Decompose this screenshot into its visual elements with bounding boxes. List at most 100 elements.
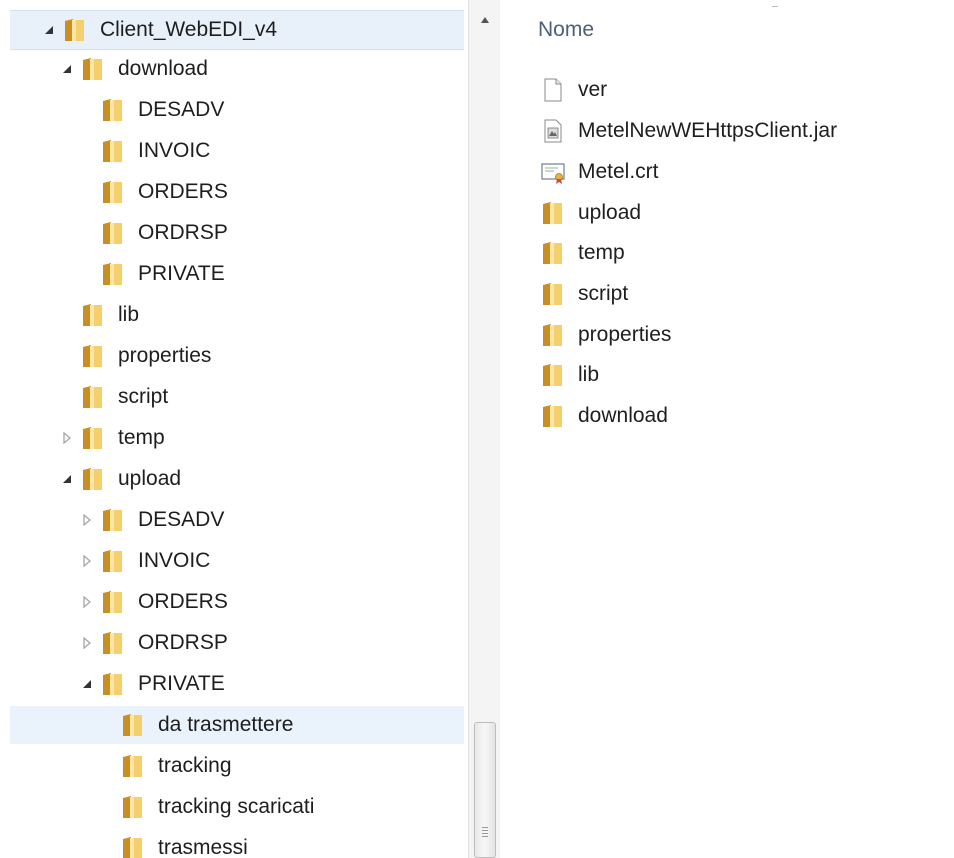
folder-icon [83,427,102,449]
tree-item-label: ORDRSP [138,221,228,244]
tree-item-label: upload [118,467,182,490]
folder-icon [123,755,142,777]
tree-item-label: DESADV [138,508,225,531]
tree-item-label: PRIVATE [138,262,225,285]
folder-icon [543,324,562,346]
tree-item-upload-desadv[interactable]: DESADV [10,501,464,539]
collapsed-arrow-icon[interactable] [80,636,94,650]
tree-item-upload[interactable]: upload [10,460,464,498]
tree-item-download-orders[interactable]: ORDERS [10,173,464,211]
file-item-crt[interactable]: Metel.crt [540,153,659,191]
folder-icon [65,19,84,41]
folder-icon [123,837,142,858]
file-item-upload[interactable]: upload [540,194,641,232]
scroll-up-arrow-icon [481,17,489,23]
tree-item-label: DESADV [138,98,225,121]
tree-item-label: INVOIC [138,549,211,572]
collapsed-arrow-icon[interactable] [80,513,94,527]
folder-icon [83,58,102,80]
file-item-ver[interactable]: ver [540,71,607,109]
file-item-download[interactable]: download [540,397,668,435]
folder-icon [123,714,142,736]
tree-item-script[interactable]: script [10,378,464,416]
tree-item-properties[interactable]: properties [10,337,464,375]
tree-item-label: download [118,57,208,80]
certificate-icon [541,163,565,184]
file-name: temp [578,241,625,264]
folder-icon [543,405,562,427]
tree-item-label: tracking scaricati [158,795,315,818]
folder-icon [103,550,122,572]
file-item-temp[interactable]: temp [540,234,625,272]
tree-item-download[interactable]: download [10,50,464,88]
tree-item-client-webedi-v4[interactable]: Client_WebEDI_v4 [10,10,464,50]
folder-icon [103,181,122,203]
file-name: properties [578,323,672,346]
tree-item-download-desadv[interactable]: DESADV [10,91,464,129]
file-item-jar[interactable]: MetelNewWEHttpsClient.jar [540,112,837,150]
scroll-up-button[interactable] [469,0,501,40]
collapsed-arrow-icon[interactable] [60,431,74,445]
tree-scrollbar[interactable] [468,0,501,858]
folder-icon [103,99,122,121]
folder-icon [543,202,562,224]
tree-item-temp[interactable]: temp [10,419,464,457]
file-item-properties[interactable]: properties [540,316,671,354]
tree-item-label: Client_WebEDI_v4 [100,18,278,41]
expanded-arrow-icon[interactable] [80,677,94,691]
folder-icon [103,632,122,654]
column-sort-indicator [772,6,778,10]
tree-item-label: trasmessi [158,836,248,858]
tree-item-tracking-scaricati[interactable]: tracking scaricati [10,788,464,826]
tree-item-label: script [118,385,169,408]
folder-icon [543,283,562,305]
tree-item-lib[interactable]: lib [10,296,464,334]
column-header-name[interactable]: Nome [538,18,594,42]
folder-icon [83,345,102,367]
folder-icon [83,304,102,326]
tree-item-download-private[interactable]: PRIVATE [10,255,464,293]
tree-item-label: properties [118,344,212,367]
tree-item-upload-private[interactable]: PRIVATE [10,665,464,703]
collapsed-arrow-icon[interactable] [80,554,94,568]
file-item-script[interactable]: script [540,275,628,313]
scroll-thumb[interactable] [474,722,496,858]
tree-item-upload-orders[interactable]: ORDERS [10,583,464,621]
file-name: Metel.crt [578,160,659,183]
collapsed-arrow-icon[interactable] [80,595,94,609]
folder-icon [543,242,562,264]
folder-icon [103,673,122,695]
tree-item-upload-invoic[interactable]: INVOIC [10,542,464,580]
blank-file-icon [544,78,562,102]
file-name: script [578,282,629,305]
tree-item-label: PRIVATE [138,672,225,695]
tree-item-label: ORDRSP [138,631,228,654]
file-item-lib[interactable]: lib [540,356,599,394]
folder-icon [103,140,122,162]
tree-item-upload-ordrsp[interactable]: ORDRSP [10,624,464,662]
tree-item-download-ordrsp[interactable]: ORDRSP [10,214,464,252]
tree-item-label: da trasmettere [158,713,294,736]
file-name: lib [578,363,600,386]
tree-item-da-trasmettere[interactable]: da trasmettere [10,706,464,744]
tree-item-download-invoic[interactable]: INVOIC [10,132,464,170]
folder-icon [103,509,122,531]
tree-item-label: ORDERS [138,180,228,203]
tree-item-label: temp [118,426,165,449]
tree-item-trasmessi[interactable]: trasmessi [10,829,464,858]
expanded-arrow-icon[interactable] [60,62,74,76]
file-name: download [578,404,668,427]
folder-icon [83,386,102,408]
folder-icon [83,468,102,490]
tree-item-tracking[interactable]: tracking [10,747,464,785]
tree-item-label: tracking [158,754,232,777]
folder-icon [103,591,122,613]
tree-item-label: ORDERS [138,590,228,613]
expanded-arrow-icon[interactable] [42,23,56,37]
scroll-grip-icon [482,827,488,839]
expanded-arrow-icon[interactable] [60,472,74,486]
folder-icon [123,796,142,818]
folder-icon [543,364,562,386]
file-list-pane: Nome ver MetelNewWEHttpsClient.jar Metel… [500,0,954,858]
folder-icon [103,222,122,244]
